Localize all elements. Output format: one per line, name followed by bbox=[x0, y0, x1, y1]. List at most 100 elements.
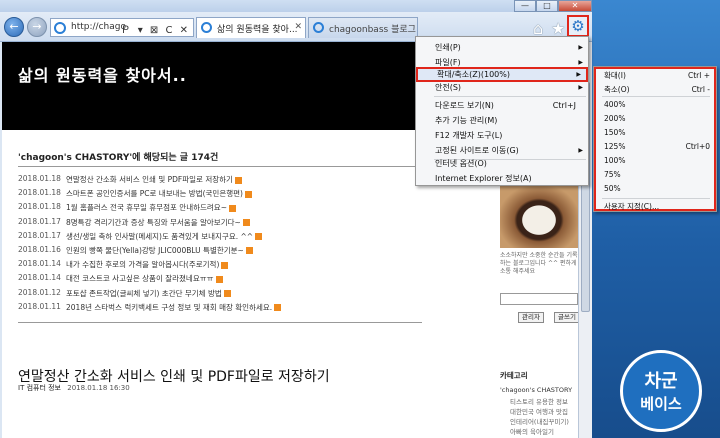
category-item[interactable]: 아빠의 육아일기 bbox=[500, 426, 578, 436]
admin-button[interactable]: 관리자 bbox=[518, 312, 544, 323]
new-badge-icon bbox=[255, 233, 263, 241]
maximize-button[interactable]: □ bbox=[536, 0, 558, 12]
zoom-option[interactable]: 사용자 지정(C)... bbox=[594, 200, 714, 214]
category-item[interactable]: 인테리어(내집꾸미기) bbox=[500, 416, 578, 426]
post-date: 2018.01.14 bbox=[18, 273, 61, 283]
close-window-button[interactable]: ✕ bbox=[558, 0, 592, 12]
menu-about-ie[interactable]: Internet Explorer 정보(A) bbox=[416, 171, 588, 186]
menu-view-downloads[interactable]: 다운로드 보기(N) Ctrl+J bbox=[416, 98, 588, 113]
zoom-shortcut: Ctrl + bbox=[687, 71, 710, 80]
blog-title[interactable]: 삶의 원동력을 찾아서.. bbox=[18, 62, 187, 86]
zoom-option-label: 축소(O) bbox=[604, 85, 630, 94]
zoom-option[interactable]: 150% bbox=[594, 126, 714, 140]
post-title-text: 연말정산 간소화 서비스 인쇄 및 PDF파일로 저장하기 bbox=[66, 175, 233, 184]
post-row[interactable]: 2018.01.14 대전 코스트코 사고싶은 상품이 잘라졌네요ㅠㅠ bbox=[18, 273, 422, 287]
post-title[interactable]: 스마트폰 공인인증서를 PC로 내보내는 방법(국민은행편) bbox=[66, 188, 422, 202]
post-date: 2018.01.18 bbox=[18, 174, 61, 183]
menu-internet-options[interactable]: 인터넷 옵션(O) bbox=[416, 156, 588, 171]
post-count-heading: 'chagoon's CHASTORY'에 해당되는 글 174건 bbox=[18, 153, 219, 163]
post-title[interactable]: 내가 수집한 후로의 가격을 알아봅시다(주로기적) bbox=[66, 259, 422, 273]
post-title[interactable]: 1월 홈플러스 전국 휴무일 휴무점포 안내하드려요~ bbox=[66, 202, 422, 216]
forward-button[interactable]: → bbox=[27, 17, 47, 37]
post-row[interactable]: 2018.01.14 내가 수집한 후로의 가격을 알아봅시다(주로기적) bbox=[18, 259, 422, 273]
menu-label: 추가 기능 관리(M) bbox=[435, 116, 498, 125]
post-row[interactable]: 2018.01.16 인원의 빵쪽 물단(Yella)강탕 JLIC000BLU … bbox=[18, 245, 422, 259]
zoom-option[interactable]: 400% bbox=[594, 98, 714, 112]
menu-label: 확대/축소(Z)(100%) bbox=[437, 70, 510, 79]
write-button[interactable]: 글쓰기 bbox=[554, 312, 578, 323]
menu-label: F12 개발자 도구(L) bbox=[435, 131, 503, 140]
post-title[interactable]: 생선/생일 축하 인사말(메세지)도 품격있게 보내지구요. ^^ bbox=[66, 231, 422, 245]
post-title[interactable]: 연말정산 간소화 서비스 인쇄 및 PDF파일로 저장하기 bbox=[66, 174, 422, 188]
post-row[interactable]: 2018.01.17 생선/생일 축하 인사말(메세지)도 품격있게 보내지구요.… bbox=[18, 231, 422, 245]
zoom-option[interactable]: 200% bbox=[594, 112, 714, 126]
address-tools-icons[interactable]: Ｐ ▾ ⊠ C ✕ bbox=[121, 21, 190, 36]
profile-caption: 소소하지만 소중한 순간들 기록하는 블로그입니다 ^^ 편하게 소통 해주세요 bbox=[500, 252, 578, 275]
menu-dev-tools[interactable]: F12 개발자 도구(L) bbox=[416, 128, 588, 143]
post-date: 2018.01.11 bbox=[18, 301, 61, 311]
menu-shortcut: Ctrl+J bbox=[552, 101, 576, 110]
zoom-option-label: 사용자 지정(C)... bbox=[604, 202, 660, 211]
zoom-option[interactable]: 75% bbox=[594, 168, 714, 182]
ie-tab-icon bbox=[201, 22, 212, 33]
menu-safety[interactable]: 안전(S) ▶ bbox=[416, 80, 588, 95]
post-title[interactable]: 8명특강 격리기간과 증상 특징와 무서움을 알아보기다~ bbox=[66, 217, 422, 231]
post-title-text: 생선/생일 축하 인사말(메세지)도 품격있게 보내지구요. ^^ bbox=[66, 231, 254, 241]
post-row[interactable]: 2018.01.12 포토샵 존트작업(글씨체 넣기) 초간단 무기체 방법 bbox=[18, 288, 422, 302]
tab-blog-active[interactable]: 삶의 원동력을 찾아... ✕ bbox=[196, 17, 306, 38]
post-row[interactable]: 2018.01.18 스마트폰 공인인증서를 PC로 내보내는 방법(국민은행편) bbox=[18, 188, 422, 202]
post-row[interactable]: 2018.01.11 2018년 스타벅스 럭키백세트 구성 정보 및 재회 매장… bbox=[18, 302, 422, 316]
zoom-option[interactable]: 50% bbox=[594, 182, 714, 196]
ie-tab-icon bbox=[313, 22, 324, 33]
category-item[interactable]: 대한민국 여행과 맛집 bbox=[500, 406, 578, 416]
gear-icon: ⚙ bbox=[571, 17, 585, 35]
category-item[interactable]: 티스토리 유용한 정보 bbox=[500, 396, 578, 406]
zoom-shortcut: Ctrl+0 bbox=[685, 142, 710, 151]
zoom-submenu: 확대(I) Ctrl + 축소(O) Ctrl - 400% 200% 150% 125% Ct… bbox=[593, 66, 717, 212]
close-tab-icon[interactable]: ✕ bbox=[294, 22, 302, 32]
article-category[interactable]: IT 컴퓨터 정보 bbox=[18, 384, 61, 392]
new-badge-icon bbox=[221, 261, 229, 269]
zoom-option[interactable]: 125% Ctrl+0 bbox=[594, 140, 714, 154]
zoom-option[interactable]: 축소(O) Ctrl - bbox=[594, 83, 714, 97]
category-list: 'chagoon's CHASTORY 티스토리 유용한 정보 대한민국 여행과 맛… bbox=[500, 386, 578, 438]
post-title[interactable]: 대전 코스트코 사고싶은 상품이 잘라졌네요ㅠㅠ bbox=[66, 273, 422, 287]
zoom-shortcut: Ctrl - bbox=[691, 85, 710, 94]
menu-label: 인터넷 옵션(O) bbox=[435, 159, 487, 168]
post-title-text: 인원의 빵쪽 물단(Yella)강탕 JLIC000BLU 특별한기분~ bbox=[66, 245, 244, 255]
post-date: 2018.01.17 bbox=[18, 230, 61, 240]
menu-label: 다운로드 보기(N) bbox=[435, 101, 494, 110]
post-row[interactable]: 2018.01.17 8명특강 격리기간과 증상 특징와 무서움을 알아보기다~ bbox=[18, 217, 422, 231]
menu-manage-addons[interactable]: 추가 기능 관리(M) bbox=[416, 113, 588, 128]
address-bar[interactable]: http://chago Ｐ ▾ ⊠ C ✕ bbox=[50, 18, 194, 37]
tab-naver-blog[interactable]: chagoonbass 블로그 ... bbox=[308, 17, 418, 38]
post-title[interactable]: 인원의 빵쪽 물단(Yella)강탕 JLIC000BLU 특별한기분~ bbox=[66, 245, 422, 259]
zoom-option-label: 400% bbox=[604, 100, 626, 109]
category-item[interactable]: 'chagoon's CHASTORY bbox=[500, 386, 578, 396]
submenu-arrow-icon: ▶ bbox=[578, 44, 583, 51]
address-url[interactable]: http://chago bbox=[71, 22, 126, 32]
menu-print[interactable]: 인쇄(P) ▶ bbox=[416, 40, 588, 55]
post-row[interactable]: 2018.01.18 연말정산 간소화 서비스 인쇄 및 PDF파일로 저장하기 bbox=[18, 174, 422, 188]
back-button[interactable]: ← bbox=[4, 17, 24, 37]
new-badge-icon bbox=[274, 304, 282, 312]
post-title-text: 대전 코스트코 사고싶은 상품이 잘라졌네요ㅠㅠ bbox=[66, 274, 214, 284]
post-title-text: 8명특강 격리기간과 증상 특징와 무서움을 알아보기다~ bbox=[66, 217, 241, 227]
zoom-option-label: 125% bbox=[604, 142, 626, 151]
sidebar-search-input[interactable] bbox=[500, 293, 578, 305]
zoom-option[interactable]: 확대(I) Ctrl + bbox=[594, 69, 714, 83]
menu-separator bbox=[434, 96, 586, 97]
post-date: 2018.01.18 bbox=[18, 202, 61, 212]
post-row[interactable]: 2018.01.18 1월 홈플러스 전국 휴무일 휴무점포 안내하드려요~ bbox=[18, 202, 422, 216]
new-badge-icon bbox=[228, 204, 236, 212]
zoom-separator bbox=[602, 96, 710, 97]
post-title-text: 포토샵 존트작업(글씨체 넣기) 초간단 무기체 방법 bbox=[66, 288, 222, 298]
menu-label: 인쇄(P) bbox=[435, 43, 461, 52]
minimize-button[interactable]: — bbox=[514, 0, 536, 12]
tools-gear-button[interactable]: ⚙ bbox=[567, 15, 589, 37]
post-title[interactable]: 포토샵 존트작업(글씨체 넣기) 초간단 무기체 방법 bbox=[66, 288, 422, 302]
article-datetime: 2018.01.18 16:30 bbox=[67, 384, 130, 392]
post-title[interactable]: 2018년 스타벅스 럭키백세트 구성 정보 및 재회 매장 확인하세요. bbox=[66, 302, 422, 316]
post-date: 2018.01.17 bbox=[18, 216, 61, 226]
zoom-option[interactable]: 100% bbox=[594, 154, 714, 168]
